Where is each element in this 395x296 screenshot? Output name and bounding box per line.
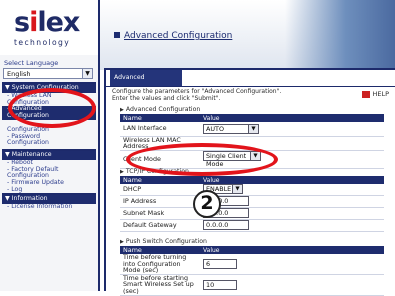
column-header-name: Name <box>123 175 142 184</box>
help-link[interactable]: HELP <box>362 90 389 98</box>
lan-interface-value: AUTO <box>206 124 224 133</box>
highlight-oval-sidebar <box>8 88 96 128</box>
row-name-subnet-mask: Subnet Mask <box>123 208 165 217</box>
table-row: LAN Interface AUTO ▼ <box>120 122 384 136</box>
table-header: Name Value <box>120 176 384 184</box>
lan-interface-select[interactable]: AUTO ▼ <box>203 123 259 134</box>
chevron-down-icon: ▼ <box>232 185 242 194</box>
table-row: Default Gateway 0.0.0.0 <box>120 219 384 231</box>
instructions-line-2: Enter the values and click "Submit". <box>112 94 221 102</box>
row-value: 0.0.0.0 <box>200 207 384 219</box>
content-frame: Advanced Configuration Configure the par… <box>104 68 395 296</box>
triangle-right-icon: ▶ <box>120 239 124 245</box>
triangle-right-icon: ▶ <box>120 107 124 113</box>
row-value: 0.0.0.0 <box>200 219 384 231</box>
default-gateway-input[interactable]: 0.0.0.0 <box>203 220 249 230</box>
table-row: IP Address 0.0.0.0 <box>120 195 384 207</box>
tab-divider <box>106 86 395 87</box>
chevron-down-icon: ▼ <box>82 69 92 78</box>
logo: silex technology <box>0 0 98 55</box>
language-select-value: English <box>7 70 31 78</box>
section-title-advanced: ▶ Advanced Configuration <box>120 106 200 113</box>
row-name-ip-address: IP Address <box>123 196 157 205</box>
step-number-badge: 2 <box>193 190 221 218</box>
row-name-default-gateway: Default Gateway <box>123 220 177 229</box>
row-name-smart-wireless-time: Time before starting Smart Wireless Set … <box>123 273 194 295</box>
column-header-value: Value <box>203 246 220 254</box>
section-title-push-switch: ▶ Push Switch Configuration <box>120 238 207 245</box>
config-mode-time-input[interactable]: 6 <box>203 258 237 269</box>
section-title-text: Push Switch Configuration <box>125 238 207 245</box>
nav-item-license-information[interactable]: - License Information <box>2 203 96 211</box>
row-name-dhcp: DHCP <box>123 184 142 193</box>
sidebar: silex technology Select Language English… <box>0 0 100 291</box>
section-title-text: Advanced Configuration <box>125 106 201 113</box>
help-label: HELP <box>372 90 389 98</box>
table-row: Time before turning into Configuration M… <box>120 253 384 275</box>
nav-group-information: ▼ Information - License Information <box>2 193 96 211</box>
table-row: DHCP ENABLE ▼ <box>120 184 384 195</box>
row-value: AUTO ▼ <box>200 122 384 136</box>
language-select[interactable]: English ▼ <box>3 68 93 79</box>
table-header: Name Value <box>120 114 384 122</box>
page-title: Advanced Configuration <box>124 31 233 41</box>
column-header-value: Value <box>203 114 220 122</box>
table-row: Time before starting Smart Wireless Set … <box>120 273 384 296</box>
highlight-oval-client-mode <box>126 143 278 176</box>
column-header-value: Value <box>203 176 220 184</box>
smart-wireless-time-input[interactable]: 10 <box>203 279 237 290</box>
header-decoration <box>285 0 395 70</box>
chevron-down-icon: ▼ <box>248 124 258 133</box>
nav-group-maintenance: ▼ Maintenance - Reboot - Factory Default… <box>2 149 96 194</box>
nav-item-password-2[interactable]: Configuration <box>2 140 96 147</box>
row-value: 10 <box>200 274 384 295</box>
page-header: Advanced Configuration <box>100 0 395 70</box>
tab-advanced-configuration[interactable]: Advanced Configuration <box>110 70 182 97</box>
row-name-lan-interface: LAN Interface <box>123 124 167 133</box>
title-bullet-icon <box>114 32 120 38</box>
row-name-config-mode-time: Time before turning into Configuration M… <box>123 253 187 275</box>
select-language-label: Select Language <box>4 59 59 67</box>
row-value: ENABLE ▼ <box>200 184 384 195</box>
column-header-name: Name <box>123 113 142 122</box>
tcpip-config-table: Name Value DHCP ENABLE ▼ IP Address 0.0.… <box>120 176 384 232</box>
instructions: Configure the parameters for "Advanced C… <box>112 88 281 102</box>
help-icon <box>362 90 371 98</box>
row-value: 6 <box>200 254 384 274</box>
triangle-right-icon: ▶ <box>120 169 124 175</box>
table-row: Subnet Mask 0.0.0.0 <box>120 207 384 219</box>
logo-wordmark: silex <box>14 7 80 38</box>
push-switch-table: Name Value Time before turning into Conf… <box>120 246 384 296</box>
row-value: 0.0.0.0 <box>200 195 384 207</box>
logo-tagline: technology <box>14 38 71 47</box>
